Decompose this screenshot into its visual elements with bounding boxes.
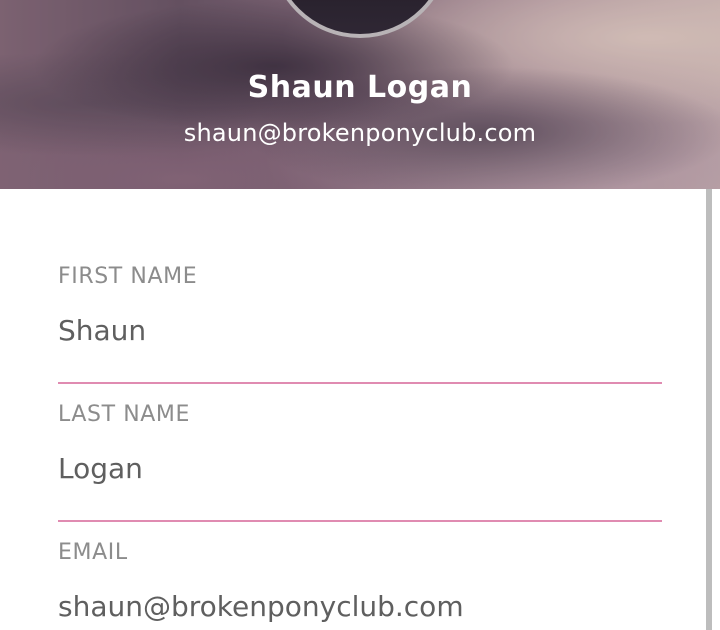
first-name-underline	[58, 382, 662, 384]
profile-header: Shaun Logan shaun@brokenponyclub.com	[0, 0, 720, 189]
vertical-scrollbar[interactable]	[706, 189, 712, 630]
email-input[interactable]	[58, 592, 662, 623]
profile-email: shaun@brokenponyclub.com	[183, 119, 537, 147]
profile-name: Shaun Logan	[247, 70, 473, 105]
profile-page: Shaun Logan shaun@brokenponyclub.com FIR…	[0, 0, 720, 630]
first-name-input[interactable]	[58, 316, 662, 347]
last-name-label: LAST NAME	[58, 402, 190, 427]
last-name-input[interactable]	[58, 454, 662, 485]
last-name-underline	[58, 520, 662, 522]
first-name-label: FIRST NAME	[58, 264, 198, 289]
email-label: EMAIL	[58, 540, 128, 565]
avatar	[270, 0, 450, 38]
